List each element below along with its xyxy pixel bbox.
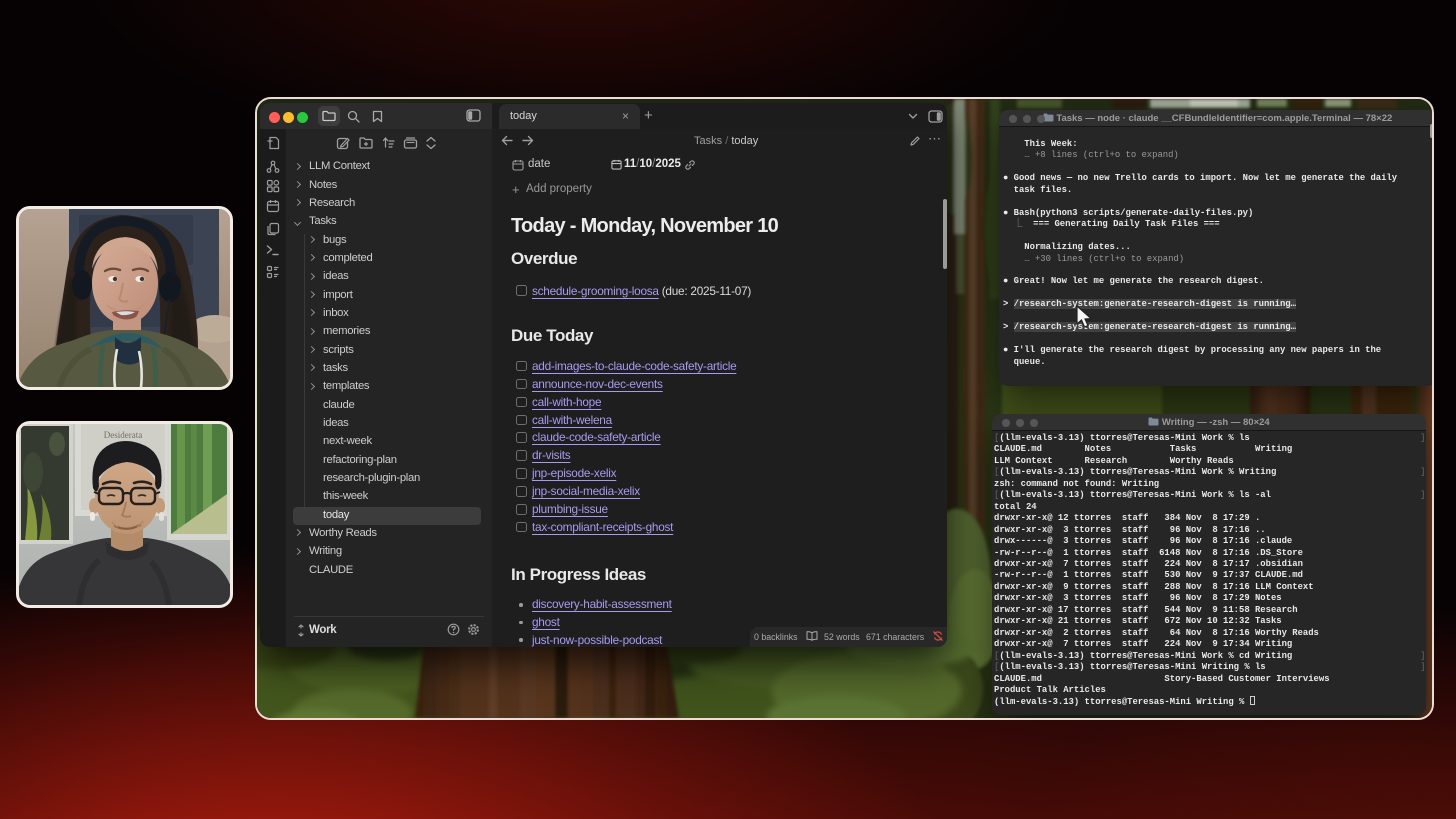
svg-text:Desiderata: Desiderata (104, 430, 142, 440)
